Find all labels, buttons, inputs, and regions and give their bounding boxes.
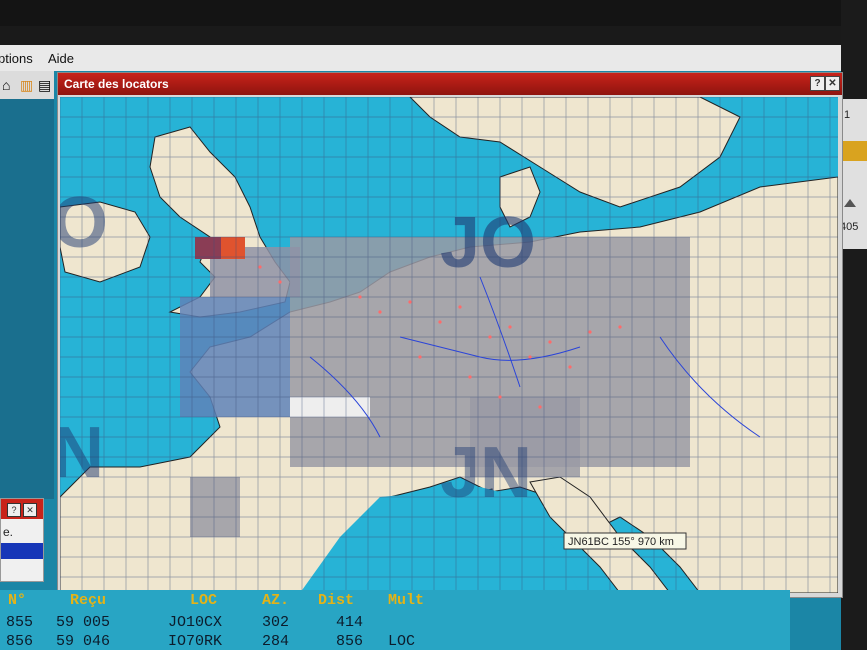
field-label-in: IN bbox=[60, 413, 104, 493]
log-row-1-locator: JO10CX bbox=[168, 614, 223, 631]
monitor-bezel bbox=[0, 0, 867, 26]
small-dialog-close-button[interactable]: ✕ bbox=[23, 503, 37, 517]
log-header-azimuth: AZ. bbox=[262, 592, 290, 609]
small-dialog-selection[interactable] bbox=[1, 543, 43, 559]
log-header-distance: Dist bbox=[318, 592, 355, 609]
window-title: Carte des locators bbox=[64, 77, 169, 91]
worked-area-spain bbox=[190, 477, 240, 537]
log-row-2-azimuth: 284 bbox=[262, 633, 290, 650]
log-row-2-distance: 856 bbox=[336, 633, 364, 650]
help-button[interactable]: ? bbox=[810, 76, 825, 91]
left-pane bbox=[0, 99, 54, 499]
small-dialog: ? ✕ e. bbox=[0, 498, 44, 582]
menu-options[interactable]: ptions bbox=[0, 51, 33, 66]
log-row-1-distance: 414 bbox=[336, 614, 364, 631]
locator-map-window: Carte des locators ? ✕ JO JN O N JN61BC … bbox=[57, 72, 843, 598]
menu-bar: ptions Aide bbox=[0, 45, 841, 72]
log-row-2-mult: LOC bbox=[388, 633, 416, 650]
log-row-1-number: 855 bbox=[6, 614, 34, 631]
log-header-locator: LOC bbox=[190, 592, 218, 609]
log-header-received: Reçu bbox=[70, 592, 107, 609]
log-row-1-azimuth: 302 bbox=[262, 614, 290, 631]
right-panel-color-swatch bbox=[840, 141, 867, 161]
field-label-jn: JN bbox=[440, 433, 532, 513]
monitor-bezel-right bbox=[841, 0, 867, 650]
log-row-1-received: 59 005 bbox=[56, 614, 111, 631]
bar-chart-icon[interactable]: ▥ bbox=[20, 77, 33, 94]
qso-log: N° Reçu LOC AZ. Dist Mult 855 59 005 JO1… bbox=[0, 590, 790, 650]
locator-tooltip: JN61BC 155° 970 km bbox=[563, 532, 687, 550]
window-titlebar[interactable]: Carte des locators ? ✕ bbox=[58, 73, 842, 95]
grid-tool-icon[interactable]: ▤ bbox=[38, 77, 51, 94]
small-dialog-text: e. bbox=[3, 525, 14, 539]
log-row-2-number: 856 bbox=[6, 633, 34, 650]
field-label-jo: JO bbox=[440, 203, 536, 283]
log-row-2-received: 59 046 bbox=[56, 633, 111, 650]
field-label-io: IO bbox=[60, 183, 108, 263]
tooltip-text: JN61BC 155° 970 km bbox=[568, 536, 674, 548]
menu-help[interactable]: Aide bbox=[48, 51, 74, 66]
locator-map[interactable]: JO JN IO IN JN61BC 155° 970 km bbox=[60, 97, 838, 593]
map-tool-icon[interactable]: ⌂ bbox=[2, 77, 10, 93]
right-panel: 1 405 bbox=[840, 99, 867, 249]
log-header-number: N° bbox=[8, 592, 27, 609]
scroll-up-icon[interactable] bbox=[844, 199, 856, 207]
close-button[interactable]: ✕ bbox=[825, 76, 840, 91]
worked-square-wales bbox=[195, 237, 221, 259]
log-header-mult: Mult bbox=[388, 592, 425, 609]
right-panel-value-top: 1 bbox=[844, 109, 851, 121]
toolbar: ⌂ ▥ ▤ bbox=[0, 71, 54, 100]
worked-square-red bbox=[221, 237, 245, 259]
small-dialog-help-button[interactable]: ? bbox=[7, 503, 21, 517]
log-row-2-locator: IO70RK bbox=[168, 633, 223, 650]
